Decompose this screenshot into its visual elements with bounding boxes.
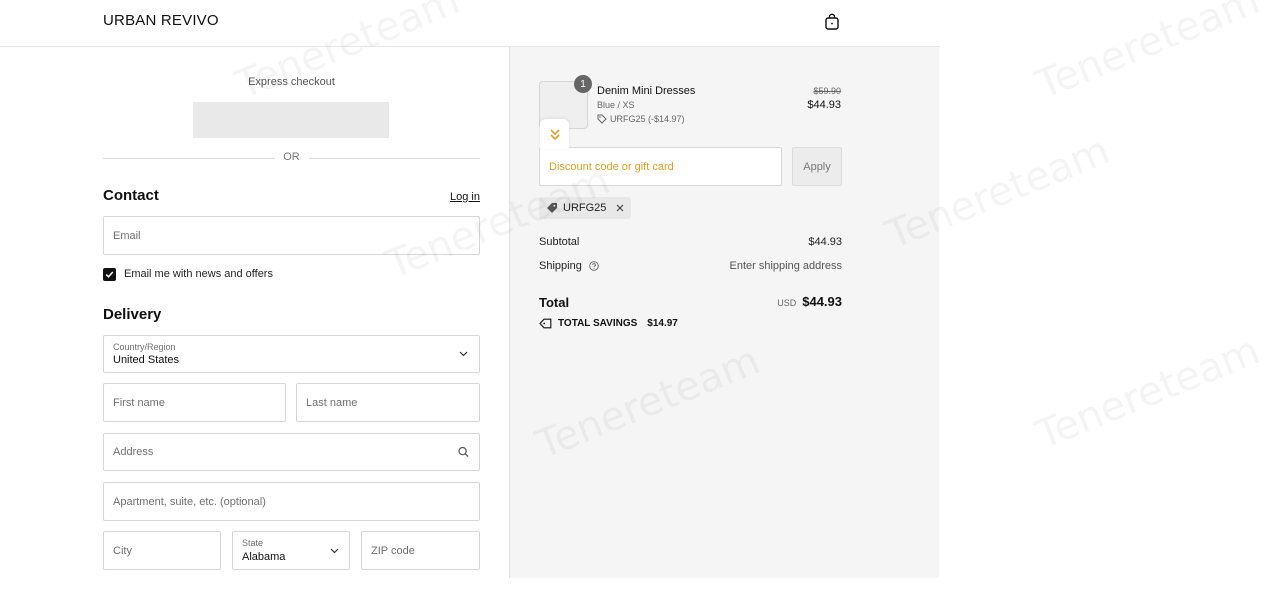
newsletter-checkbox[interactable]: [103, 267, 116, 281]
watermark-text: Tenereteam: [1030, 327, 1266, 458]
first-name-field[interactable]: First name: [103, 383, 286, 422]
product-discount-text: URFG25 (-$14.97): [610, 114, 685, 124]
shipping-row: Shipping Enter shipping address: [539, 260, 842, 272]
contact-title: Contact: [103, 187, 159, 204]
product-discount: URFG25 (-$14.97): [597, 114, 685, 124]
product-variant: Blue / XS: [597, 100, 635, 110]
apartment-field[interactable]: Apartment, suite, etc. (optional): [103, 482, 480, 521]
item-price: $44.93: [807, 99, 841, 111]
apply-button[interactable]: Apply: [792, 147, 842, 186]
checkmark-icon: [105, 270, 114, 278]
state-label: State: [242, 538, 264, 548]
address-placeholder: Address: [113, 446, 154, 458]
applied-discount-chip: URFG25: [539, 197, 632, 219]
country-label: Country/Region: [113, 342, 176, 352]
savings-amount: $14.97: [647, 318, 678, 329]
address-field[interactable]: Address: [103, 433, 480, 471]
subtotal-row: Subtotal $44.93: [539, 236, 842, 248]
site-header: URBAN REVIVO: [0, 0, 940, 47]
or-divider: OR: [103, 151, 480, 165]
shipping-value: Enter shipping address: [729, 260, 842, 272]
express-checkout-label: Express checkout: [248, 76, 335, 88]
total-row: Total USD $44.93: [539, 294, 842, 312]
delivery-title: Delivery: [103, 306, 162, 323]
close-icon: [616, 204, 624, 212]
discount-code-input[interactable]: Discount code or gift card: [539, 147, 782, 186]
subtotal-label: Subtotal: [539, 236, 580, 248]
last-name-placeholder: Last name: [306, 396, 358, 409]
state-select[interactable]: State Alabama: [232, 531, 350, 570]
total-label: Total: [539, 295, 570, 310]
tag-icon: [539, 318, 552, 329]
email-field[interactable]: Email: [103, 216, 480, 255]
brand-logo[interactable]: URBAN REVIVO: [103, 12, 219, 29]
remove-discount-button[interactable]: [616, 204, 624, 212]
subtotal-value: $44.93: [808, 236, 842, 248]
city-field[interactable]: City: [103, 531, 221, 570]
last-name-field[interactable]: Last name: [296, 383, 480, 422]
zip-field[interactable]: ZIP code: [361, 531, 480, 570]
savings-label: TOTAL SAVINGS: [558, 318, 638, 329]
chevron-down-icon: [330, 548, 339, 553]
watermark-text: Tenereteam: [1030, 0, 1266, 109]
order-summary: 1 Denim Mini Dresses Blue / XS URFG25 (-…: [509, 47, 939, 578]
currency-code: USD: [777, 298, 797, 308]
email-placeholder: Email: [113, 229, 141, 242]
chevron-down-icon: [459, 351, 468, 357]
tag-icon: [597, 114, 607, 124]
state-value: Alabama: [242, 551, 286, 563]
express-checkout-button[interactable]: [193, 102, 389, 138]
shopping-bag-icon: [825, 13, 839, 30]
city-placeholder: City: [113, 544, 132, 557]
tag-icon: [547, 203, 557, 213]
country-select[interactable]: Country/Region United States: [103, 335, 480, 373]
total-savings: TOTAL SAVINGS $14.97: [539, 318, 678, 329]
zip-placeholder: ZIP code: [371, 544, 415, 557]
quantity-badge: 1: [574, 75, 592, 93]
cart-button[interactable]: [822, 11, 842, 31]
newsletter-label: Email me with news and offers: [124, 268, 273, 280]
newsletter-option[interactable]: Email me with news and offers: [103, 267, 273, 281]
shipping-label: Shipping: [539, 260, 582, 272]
applied-discount-code: URFG25: [563, 202, 607, 214]
or-divider-text: OR: [283, 151, 300, 163]
total-amount: $44.93: [802, 294, 842, 309]
search-icon: [458, 446, 469, 457]
country-value: United States: [113, 354, 180, 366]
first-name-placeholder: First name: [113, 396, 165, 409]
product-name: Denim Mini Dresses: [597, 85, 696, 97]
apartment-placeholder: Apartment, suite, etc. (optional): [113, 495, 266, 508]
login-link[interactable]: Log in: [450, 191, 480, 203]
coupon-helper-button[interactable]: [540, 119, 569, 149]
discount-placeholder: Discount code or gift card: [549, 161, 674, 173]
double-chevron-down-icon: [549, 128, 560, 140]
original-price: $59.90: [813, 86, 841, 96]
help-icon[interactable]: [589, 261, 599, 271]
